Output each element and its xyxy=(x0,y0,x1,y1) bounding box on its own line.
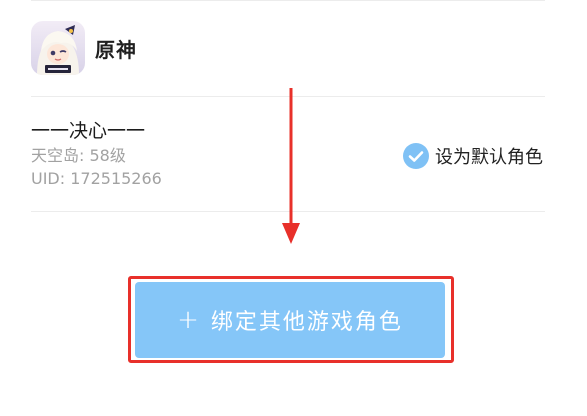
game-app-icon xyxy=(31,21,85,75)
bind-other-role-label: 绑定其他游戏角色 xyxy=(210,310,403,335)
character-uid: UID: 172515266 xyxy=(31,169,162,188)
bind-role-page: 原神 一一决心一一 天空岛: 58级 UID: 172515266 设为默认角色… xyxy=(0,0,587,416)
top-divider xyxy=(31,0,545,1)
game-name: 原神 xyxy=(95,37,137,62)
set-default-role-toggle[interactable]: 设为默认角色 xyxy=(403,141,543,171)
game-row: 原神 xyxy=(31,20,545,76)
character-server: 天空岛: 58级 xyxy=(31,146,126,165)
character-name: 一一决心一一 xyxy=(31,120,146,142)
bind-other-role-button[interactable]: + 绑定其他游戏角色 xyxy=(135,282,445,358)
set-default-role-label: 设为默认角色 xyxy=(435,147,543,168)
annotation-arrow xyxy=(282,88,300,244)
plus-icon: + xyxy=(177,305,201,335)
check-circle-icon xyxy=(403,143,429,169)
